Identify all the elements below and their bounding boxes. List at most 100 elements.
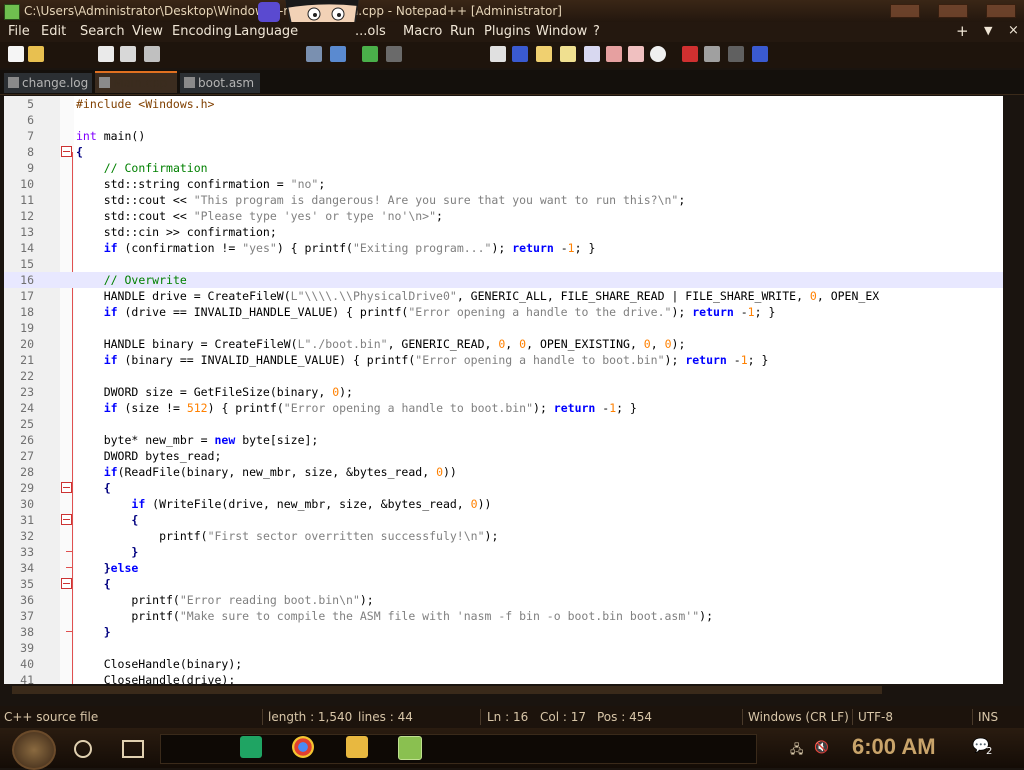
code-text[interactable]: int main() [76, 128, 145, 144]
code-line[interactable]: 9 // Confirmation [4, 160, 1003, 176]
indent-guide-icon[interactable] [536, 46, 552, 62]
close-window-button[interactable] [986, 4, 1016, 18]
code-line[interactable]: 6 [4, 112, 1003, 128]
menu-language[interactable]: Language [234, 24, 298, 39]
menu-encoding[interactable]: Encoding [172, 24, 232, 39]
horizontal-scrollbar[interactable] [4, 684, 1003, 696]
chrome-icon[interactable] [292, 736, 314, 758]
code-line[interactable]: 5 #include <Windows.h> [4, 96, 1003, 112]
code-text[interactable]: // Overwrite [76, 272, 187, 288]
code-line[interactable]: 18 if (drive == INVALID_HANDLE_VALUE) { … [4, 304, 1003, 320]
folder-as-workspace-icon[interactable] [606, 46, 622, 62]
print-icon[interactable] [144, 46, 160, 62]
code-text[interactable]: std::cout << "This program is dangerous!… [76, 192, 686, 208]
open-file-icon[interactable] [28, 46, 44, 62]
monitor-icon[interactable] [628, 46, 644, 62]
paste-icon[interactable] [362, 46, 378, 62]
show-all-chars-icon[interactable] [512, 46, 528, 62]
code-line[interactable]: 21 if (binary == INVALID_HANDLE_VALUE) {… [4, 352, 1003, 368]
code-line[interactable]: 37 printf("Make sure to compile the ASM … [4, 608, 1003, 624]
code-text[interactable]: HANDLE binary = CreateFileW(L"./boot.bin… [76, 336, 686, 352]
network-icon[interactable]: 🖧 [790, 740, 803, 761]
menu-tools[interactable]: ...ols [355, 24, 386, 39]
code-line[interactable]: 11 std::cout << "This program is dangero… [4, 192, 1003, 208]
code-text[interactable]: HANDLE drive = CreateFileW(L"\\\\.\\Phys… [76, 288, 879, 304]
code-line[interactable]: 41 CloseHandle(drive); [4, 672, 1003, 684]
code-text[interactable]: printf("Make sure to compile the ASM fil… [76, 608, 713, 624]
code-text[interactable]: // Confirmation [76, 160, 208, 176]
menu-run[interactable]: Run [450, 24, 475, 39]
code-editor[interactable]: 5 #include <Windows.h> 6 7 int main() 8{9 // … [4, 96, 1003, 684]
menu-help[interactable]: ? [593, 24, 600, 39]
code-line[interactable]: 24 if (size != 512) { printf("Error open… [4, 400, 1003, 416]
code-text[interactable]: if (binary == INVALID_HANDLE_VALUE) { pr… [76, 352, 769, 368]
code-text[interactable]: if (confirmation != "yes") { printf("Exi… [76, 240, 596, 256]
fold-toggle-icon[interactable] [61, 146, 72, 157]
code-line[interactable]: 22 [4, 368, 1003, 384]
code-text[interactable]: { [76, 512, 138, 528]
status-encoding[interactable]: UTF-8 [858, 706, 893, 728]
code-text[interactable]: { [76, 480, 111, 496]
cut-icon[interactable] [306, 46, 322, 62]
menu-macro[interactable]: Macro [403, 24, 442, 39]
code-text[interactable]: DWORD size = GetFileSize(binary, 0); [76, 384, 353, 400]
horizontal-scroll-thumb[interactable] [12, 686, 882, 694]
status-eol[interactable]: Windows (CR LF) [748, 706, 849, 728]
code-text[interactable]: if (drive == INVALID_HANDLE_VALUE) { pri… [76, 304, 776, 320]
vertical-scrollbar[interactable] [1003, 96, 1024, 684]
copy-icon[interactable] [330, 46, 346, 62]
code-text[interactable]: { [76, 576, 111, 592]
code-text[interactable]: }else [76, 560, 139, 576]
code-line[interactable]: 7 int main() [4, 128, 1003, 144]
menu-edit[interactable]: Edit [41, 24, 66, 39]
code-lines[interactable]: 5 #include <Windows.h> 6 7 int main() 8{9 // … [4, 96, 1003, 684]
system-clock[interactable]: 6:00 AM [852, 734, 936, 760]
code-line[interactable]: 40 CloseHandle(binary); [4, 656, 1003, 672]
tab-boot-asm[interactable]: boot.asm× [180, 73, 260, 111]
code-line[interactable]: 36 printf("Error reading boot.bin\n"); [4, 592, 1003, 608]
code-line[interactable]: 16 // Overwrite [4, 272, 1003, 288]
code-line[interactable]: 38 } [4, 624, 1003, 640]
code-line[interactable]: 33 } [4, 544, 1003, 560]
notepadpp-taskbar-icon[interactable] [398, 736, 422, 760]
tab-main-cpp[interactable]: Main.cpp× [95, 71, 177, 111]
code-text[interactable]: DWORD bytes_read; [76, 448, 222, 464]
fold-toggle-icon[interactable] [61, 514, 72, 525]
stop-macro-icon[interactable] [704, 46, 720, 62]
fold-toggle-icon[interactable] [61, 578, 72, 589]
code-line[interactable]: 39 [4, 640, 1003, 656]
maximize-button[interactable] [938, 4, 968, 18]
code-text[interactable]: std::cout << "Please type 'yes' or type … [76, 208, 443, 224]
code-text[interactable]: CloseHandle(drive); [76, 672, 236, 684]
code-line[interactable]: 32 printf("First sector overritten succe… [4, 528, 1003, 544]
eye-icon[interactable] [650, 46, 666, 62]
code-line[interactable]: 27 DWORD bytes_read; [4, 448, 1003, 464]
code-text[interactable]: if (size != 512) { printf("Error opening… [76, 400, 637, 416]
code-line[interactable]: 17 HANDLE drive = CreateFileW(L"\\\\.\\P… [4, 288, 1003, 304]
code-text[interactable]: { [76, 144, 83, 160]
save-all-icon[interactable] [120, 46, 136, 62]
volume-icon[interactable]: 🔇 [814, 740, 829, 754]
code-line[interactable]: 10 std::string confirmation = "no"; [4, 176, 1003, 192]
cortana-icon[interactable] [74, 740, 92, 758]
run-macro-multiple-icon[interactable] [752, 46, 768, 62]
code-line[interactable]: 12 std::cout << "Please type 'yes' or ty… [4, 208, 1003, 224]
code-text[interactable]: } [76, 624, 111, 640]
wrap-icon[interactable] [490, 46, 506, 62]
code-line[interactable]: 25 [4, 416, 1003, 432]
file-explorer-icon[interactable] [346, 736, 368, 758]
menu-file[interactable]: File [8, 24, 30, 39]
code-line[interactable]: 20 HANDLE binary = CreateFileW(L"./boot.… [4, 336, 1003, 352]
new-file-icon[interactable] [8, 46, 24, 62]
record-macro-icon[interactable] [682, 46, 698, 62]
code-line[interactable]: 23 DWORD size = GetFileSize(binary, 0); [4, 384, 1003, 400]
function-list-icon[interactable] [584, 46, 600, 62]
doc-map-icon[interactable] [560, 46, 576, 62]
new-tab-plus-button[interactable]: + [956, 22, 969, 40]
menu-view[interactable]: View [132, 24, 163, 39]
save-icon[interactable] [98, 46, 114, 62]
code-line[interactable]: 28 if(ReadFile(binary, new_mbr, size, &b… [4, 464, 1003, 480]
sheets-app-icon[interactable] [240, 736, 262, 758]
code-text[interactable]: printf("Error reading boot.bin\n"); [76, 592, 373, 608]
tab-change-log[interactable]: change.log× [4, 73, 92, 111]
